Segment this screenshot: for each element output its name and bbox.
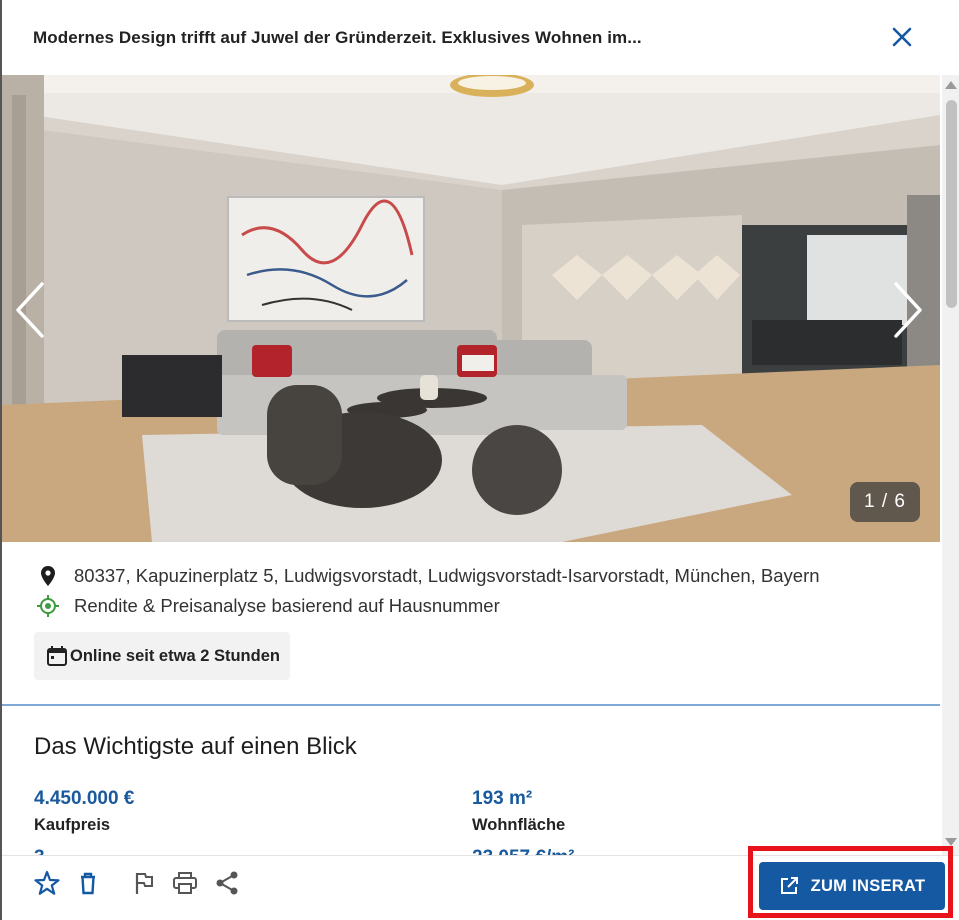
listing-photo xyxy=(2,75,940,542)
fact-rooms: 3 xyxy=(34,847,45,855)
scroll-thumb[interactable] xyxy=(946,100,957,308)
target-icon xyxy=(37,595,59,617)
dialog-title: Modernes Design trifft auf Juwel der Grü… xyxy=(33,27,642,47)
listing-dialog: Modernes Design trifft auf Juwel der Grü… xyxy=(0,0,959,920)
fact-label: Kaufpreis xyxy=(34,816,111,834)
online-since-text: Online seit etwa 2 Stunden xyxy=(70,646,280,665)
dialog-header: Modernes Design trifft auf Juwel der Grü… xyxy=(2,0,959,75)
image-counter: 1 / 6 xyxy=(850,482,920,522)
address-row: 80337, Kapuzinerplatz 5, Ludwigsvorstadt… xyxy=(36,564,820,588)
scroll-down-arrow[interactable] xyxy=(945,838,957,846)
chevron-left-icon[interactable] xyxy=(12,280,48,340)
external-link-icon xyxy=(780,877,798,894)
online-badge: Online seit etwa 2 Stunden xyxy=(34,632,290,680)
analysis-text: Rendite & Preisanalyse basierend auf Hau… xyxy=(74,595,500,616)
calendar-icon xyxy=(47,646,67,666)
fact-label: Wohnfläche xyxy=(472,816,566,834)
print-icon[interactable] xyxy=(171,869,199,897)
open-listing-button[interactable]: ZUM INSERAT xyxy=(759,862,945,910)
fact-value: 193 m² xyxy=(472,788,533,809)
section-divider xyxy=(2,704,940,706)
fact-value: 4.450.000 € xyxy=(34,788,135,809)
location-pin-icon xyxy=(41,566,55,586)
address-text: 80337, Kapuzinerplatz 5, Ludwigsvorstadt… xyxy=(74,565,820,586)
dialog-content: 1 / 6 80337, Kapuzinerplatz 5, Ludwigsvo… xyxy=(2,75,940,855)
fact-living-area: 193 m² Wohnfläche xyxy=(472,788,565,835)
star-icon[interactable] xyxy=(33,869,61,897)
analysis-row[interactable]: Rendite & Preisanalyse basierend auf Hau… xyxy=(36,594,500,618)
close-icon[interactable] xyxy=(889,24,915,50)
open-listing-label: ZUM INSERAT xyxy=(810,876,926,895)
share-icon[interactable] xyxy=(213,869,241,897)
fact-value: 3 xyxy=(34,847,45,855)
fact-value: 23.057 €/m² xyxy=(472,847,574,855)
scrollbar[interactable] xyxy=(942,75,959,855)
chevron-right-icon[interactable] xyxy=(890,280,926,340)
scroll-up-arrow[interactable] xyxy=(945,81,957,89)
fact-price-per-sqm: 23.057 €/m² xyxy=(472,847,574,855)
flag-icon[interactable] xyxy=(130,869,158,897)
trash-icon[interactable] xyxy=(74,869,102,897)
fact-price: 4.450.000 € Kaufpreis xyxy=(34,788,134,835)
section-title: Das Wichtigste auf einen Blick xyxy=(34,733,357,760)
image-gallery[interactable]: 1 / 6 xyxy=(2,75,940,542)
